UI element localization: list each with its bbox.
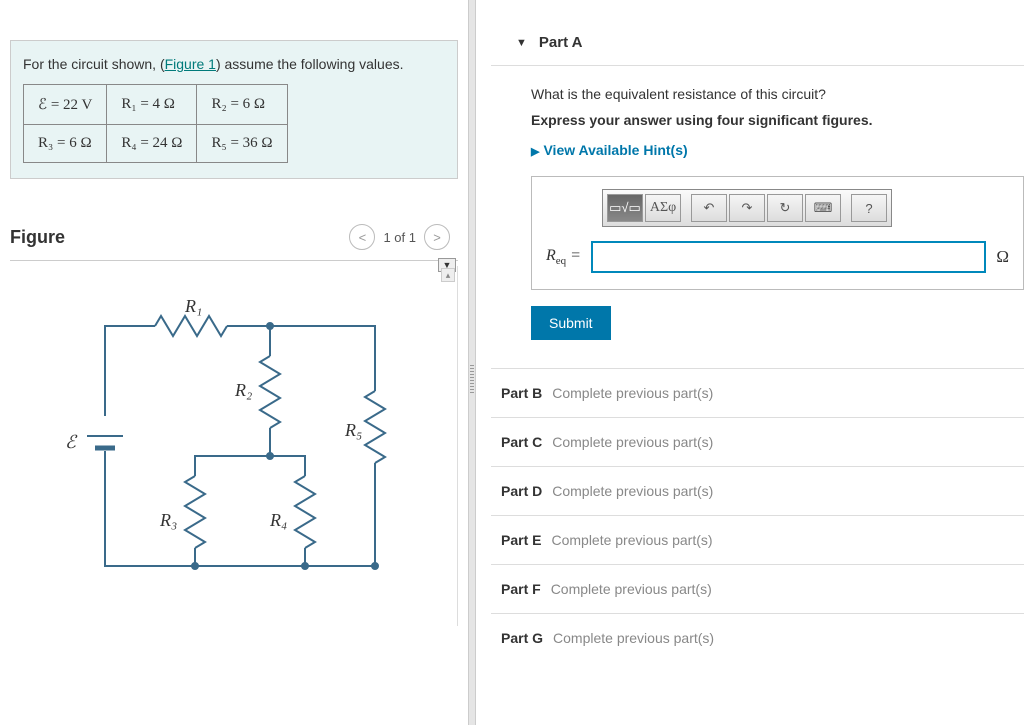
part-d-locked: Part DComplete previous part(s): [491, 466, 1024, 515]
label-r3: R₃: [159, 510, 177, 530]
hints-label: View Available Hint(s): [543, 142, 687, 158]
templates-button[interactable]: ▭√▭: [607, 194, 643, 222]
cell-r3: R₃ = 6 Ω: [24, 125, 107, 163]
figure-divider: [10, 260, 458, 261]
chevron-right-icon: ▶: [531, 146, 539, 158]
pager-next-button[interactable]: >: [424, 224, 450, 250]
circuit-diagram: R₁ R₂ R₃ R₄ R₅ ℰ: [45, 296, 415, 606]
part-f-locked: Part FComplete previous part(s): [491, 564, 1024, 613]
keyboard-button[interactable]: ⌨: [805, 194, 841, 222]
answer-box: ▭√▭ ΑΣφ ↶ ↷ ↻ ⌨ ? Req = Ω: [531, 176, 1024, 290]
submit-button[interactable]: Submit: [531, 306, 611, 340]
intro-prefix: For the circuit shown, (: [23, 56, 165, 72]
part-e-locked: Part EComplete previous part(s): [491, 515, 1024, 564]
hints-toggle[interactable]: ▶ View Available Hint(s): [531, 142, 1024, 158]
cell-r4: R₄ = 24 Ω: [107, 125, 197, 163]
greek-button[interactable]: ΑΣφ: [645, 194, 681, 222]
values-table: ℰ = 22 V R₁ = 4 Ω R₂ = 6 Ω R₃ = 6 Ω R₄ =…: [23, 84, 288, 163]
problem-statement: For the circuit shown, (Figure 1) assume…: [10, 40, 458, 179]
cell-r2: R₂ = 6 Ω: [197, 85, 287, 125]
cell-emf: ℰ = 22 V: [24, 85, 107, 125]
part-g-locked: Part GComplete previous part(s): [491, 613, 1024, 662]
part-a-body: What is the equivalent resistance of thi…: [491, 66, 1024, 340]
undo-button[interactable]: ↶: [691, 194, 727, 222]
reset-button[interactable]: ↻: [767, 194, 803, 222]
right-panel: ▼ Part A What is the equivalent resistan…: [476, 0, 1024, 725]
part-a-instruction: Express your answer using four significa…: [531, 112, 1024, 128]
part-a-header[interactable]: ▼ Part A: [491, 20, 1024, 66]
panel-divider[interactable]: [468, 0, 476, 725]
label-emf: ℰ: [65, 432, 78, 452]
locked-parts: Part BComplete previous part(s) Part CCo…: [491, 368, 1024, 662]
help-button[interactable]: ?: [851, 194, 887, 222]
left-panel: For the circuit shown, (Figure 1) assume…: [0, 0, 468, 725]
answer-variable: Req =: [546, 247, 581, 267]
pager-text: 1 of 1: [383, 230, 416, 245]
label-r1: R₁: [184, 296, 202, 316]
label-r2: R₂: [234, 380, 252, 400]
figure-header: Figure < 1 of 1 >: [10, 224, 458, 250]
figure-area: ▴: [10, 266, 458, 626]
answer-input[interactable]: [591, 241, 986, 273]
intro-suffix: ) assume the following values.: [216, 56, 404, 72]
label-r4: R₄: [269, 510, 287, 530]
collapse-triangle-icon: ▼: [516, 37, 527, 49]
part-a-question: What is the equivalent resistance of thi…: [531, 86, 1024, 102]
equation-row: Req = Ω: [542, 241, 1013, 273]
figure-title: Figure: [10, 227, 65, 248]
figure-pager: < 1 of 1 >: [349, 224, 450, 250]
cell-r1: R₁ = 4 Ω: [107, 85, 197, 125]
label-r5: R₅: [344, 420, 362, 440]
cell-r5: R₅ = 36 Ω: [197, 125, 287, 163]
figure-link[interactable]: Figure 1: [165, 56, 216, 72]
part-b-locked: Part BComplete previous part(s): [491, 368, 1024, 417]
problem-intro: For the circuit shown, (Figure 1) assume…: [23, 56, 445, 72]
redo-button[interactable]: ↷: [729, 194, 765, 222]
pager-prev-button[interactable]: <: [349, 224, 375, 250]
answer-unit: Ω: [996, 247, 1009, 267]
scroll-up-icon[interactable]: ▴: [441, 268, 455, 282]
part-c-locked: Part CComplete previous part(s): [491, 417, 1024, 466]
equation-toolbar: ▭√▭ ΑΣφ ↶ ↷ ↻ ⌨ ?: [602, 189, 892, 227]
part-a-title: Part A: [539, 34, 583, 51]
